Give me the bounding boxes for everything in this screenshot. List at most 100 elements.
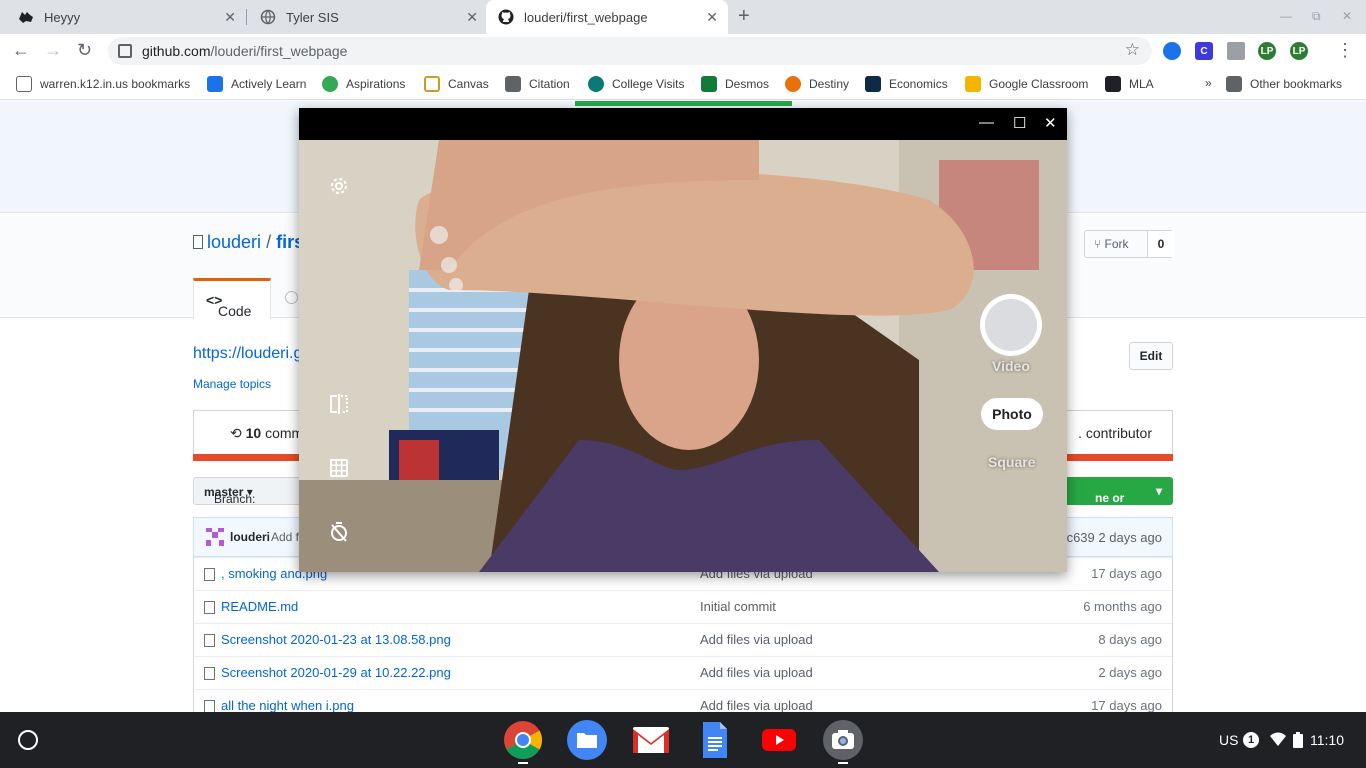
clock[interactable]: 11:10 bbox=[1310, 732, 1344, 748]
commits-link[interactable]: ⟲ 10 comm bbox=[230, 425, 303, 442]
minimize-icon[interactable]: — bbox=[1280, 9, 1292, 23]
bookmark-item[interactable]: Google Classroom bbox=[965, 76, 1088, 92]
gmail-icon[interactable] bbox=[631, 720, 671, 760]
bookmarks-overflow[interactable]: » bbox=[1205, 76, 1212, 90]
avatar[interactable] bbox=[206, 528, 224, 546]
bookmark-item[interactable]: warren.k12.in.us bookmarks bbox=[16, 76, 190, 92]
fork-button[interactable]: ⑂ Fork 0 bbox=[1084, 230, 1174, 258]
minimize-icon[interactable]: — bbox=[979, 114, 994, 131]
edit-button[interactable]: Edit bbox=[1129, 342, 1173, 370]
extension-icon[interactable]: LP bbox=[1290, 42, 1308, 60]
bookmark-favicon bbox=[424, 76, 440, 92]
new-tab-icon[interactable]: + bbox=[738, 5, 750, 28]
file-name[interactable]: all the night when i.png bbox=[221, 698, 354, 713]
file-commit-message[interactable]: Initial commit bbox=[700, 599, 776, 614]
omnibox[interactable]: github.com/louderi/first_webpage ☆ bbox=[108, 37, 1152, 65]
github-icon bbox=[498, 9, 514, 25]
commit-message[interactable]: Add f bbox=[271, 530, 299, 544]
timer-off-icon[interactable] bbox=[327, 520, 351, 544]
file-name[interactable]: Screenshot 2020-01-29 at 10.22.22.png bbox=[221, 665, 451, 680]
close-icon[interactable]: ✕ bbox=[706, 9, 718, 26]
fork-count[interactable]: 0 bbox=[1147, 231, 1174, 257]
bookmark-favicon bbox=[701, 76, 717, 92]
other-bookmarks[interactable]: Other bookmarks bbox=[1226, 76, 1342, 92]
file-icon bbox=[204, 601, 215, 614]
repo-owner[interactable]: louderi bbox=[207, 232, 261, 252]
commit-author[interactable]: louderi bbox=[230, 530, 270, 544]
forward-icon[interactable]: → bbox=[44, 40, 62, 61]
maximize-icon[interactable]: ☐ bbox=[1013, 114, 1026, 132]
settings-icon[interactable] bbox=[327, 174, 351, 198]
bookmark-item[interactable]: Actively Learn bbox=[207, 76, 306, 92]
folder-icon bbox=[1226, 76, 1242, 92]
close-window-icon[interactable]: ✕ bbox=[1342, 9, 1352, 23]
close-icon[interactable]: ✕ bbox=[466, 9, 478, 26]
shutter-button[interactable] bbox=[980, 294, 1042, 356]
table-row: README.md Initial commit 6 months ago bbox=[194, 590, 1172, 623]
chrome-icon[interactable] bbox=[503, 720, 543, 760]
file-commit-message[interactable]: Add files via upload bbox=[700, 698, 813, 713]
bookmark-item[interactable]: Destiny bbox=[785, 76, 849, 92]
extension-icon[interactable] bbox=[1227, 42, 1245, 60]
bookmark-item[interactable]: College Visits bbox=[588, 76, 684, 92]
tab-heyyy[interactable]: Heyyy ✕ bbox=[0, 0, 246, 34]
file-commit-message[interactable]: Add files via upload bbox=[700, 665, 813, 680]
tab-code[interactable]: <> Code bbox=[193, 278, 271, 319]
menu-icon[interactable]: ⋮ bbox=[1336, 40, 1354, 61]
branch-select[interactable]: Branch: master ▾ bbox=[193, 477, 305, 506]
contributors-link[interactable]: . contributor bbox=[1078, 425, 1152, 441]
app-running-indicator bbox=[838, 762, 848, 764]
bookmark-favicon bbox=[865, 76, 881, 92]
file-commit-message[interactable]: Add files via upload bbox=[700, 632, 813, 647]
extension-icon[interactable]: LP bbox=[1258, 42, 1276, 60]
tab-github[interactable]: louderi/first_webpage ✕ bbox=[486, 0, 728, 34]
file-age: 17 days ago bbox=[1091, 698, 1162, 713]
bookmark-item[interactable]: Economics bbox=[865, 76, 948, 92]
repo-website-link[interactable]: https://louderi.g bbox=[193, 345, 302, 363]
extension-icon[interactable]: C bbox=[1195, 42, 1213, 60]
close-icon[interactable]: ✕ bbox=[224, 9, 236, 26]
manage-topics-link[interactable]: Manage topics bbox=[193, 377, 271, 391]
bookmark-star-icon[interactable]: ☆ bbox=[1125, 40, 1140, 60]
battery-icon[interactable] bbox=[1293, 732, 1303, 751]
commit-info: c639 2 days ago bbox=[1066, 530, 1162, 545]
bookmark-item[interactable]: Aspirations bbox=[322, 76, 405, 92]
launcher-icon[interactable] bbox=[18, 730, 38, 750]
files-icon[interactable] bbox=[567, 720, 607, 760]
maximize-icon[interactable]: ⧉ bbox=[1312, 9, 1321, 24]
bookmark-favicon bbox=[322, 76, 338, 92]
bookmark-item[interactable]: Canvas bbox=[424, 76, 489, 92]
grid-icon[interactable] bbox=[327, 456, 351, 480]
camera-icon[interactable] bbox=[823, 720, 863, 760]
mode-photo[interactable]: Photo bbox=[981, 398, 1043, 430]
back-icon[interactable]: ← bbox=[12, 40, 30, 61]
url-text[interactable]: github.com/louderi/first_webpage bbox=[142, 43, 347, 59]
page-info-icon[interactable] bbox=[118, 44, 132, 58]
close-icon[interactable]: ✕ bbox=[1044, 114, 1057, 132]
table-row: Screenshot 2020-01-23 at 13.08.58.png Ad… bbox=[194, 623, 1172, 656]
mode-square[interactable]: Square bbox=[988, 454, 1035, 470]
bookmark-item[interactable]: Citation bbox=[505, 76, 570, 92]
file-list: , smoking and.png Add files via upload 1… bbox=[193, 557, 1173, 717]
file-name[interactable]: Screenshot 2020-01-23 at 13.08.58.png bbox=[221, 632, 451, 647]
camera-title-bar[interactable]: — ☐ ✕ bbox=[299, 108, 1067, 140]
mode-video[interactable]: Video bbox=[992, 358, 1030, 374]
mirror-icon[interactable] bbox=[327, 392, 351, 416]
extension-icon[interactable] bbox=[1163, 42, 1181, 60]
tab-title: Tyler SIS bbox=[286, 9, 339, 25]
tab-tyler-sis[interactable]: Tyler SIS ✕ bbox=[242, 0, 488, 34]
wifi-icon[interactable] bbox=[1270, 732, 1286, 749]
bookmark-item[interactable]: Desmos bbox=[701, 76, 769, 92]
youtube-icon[interactable] bbox=[759, 720, 799, 760]
issues-icon[interactable] bbox=[285, 291, 298, 304]
bookmark-item[interactable]: MLA bbox=[1105, 76, 1154, 92]
app-running-indicator bbox=[518, 762, 528, 764]
reload-icon[interactable]: ↻ bbox=[77, 40, 92, 61]
file-name[interactable]: README.md bbox=[221, 599, 298, 614]
folder-icon bbox=[16, 76, 32, 92]
globe-icon bbox=[260, 9, 276, 25]
notification-badge[interactable]: 1 bbox=[1243, 732, 1259, 748]
ime-indicator[interactable]: US bbox=[1219, 732, 1238, 748]
docs-icon[interactable] bbox=[695, 720, 735, 760]
tab-title: Heyyy bbox=[44, 9, 81, 25]
